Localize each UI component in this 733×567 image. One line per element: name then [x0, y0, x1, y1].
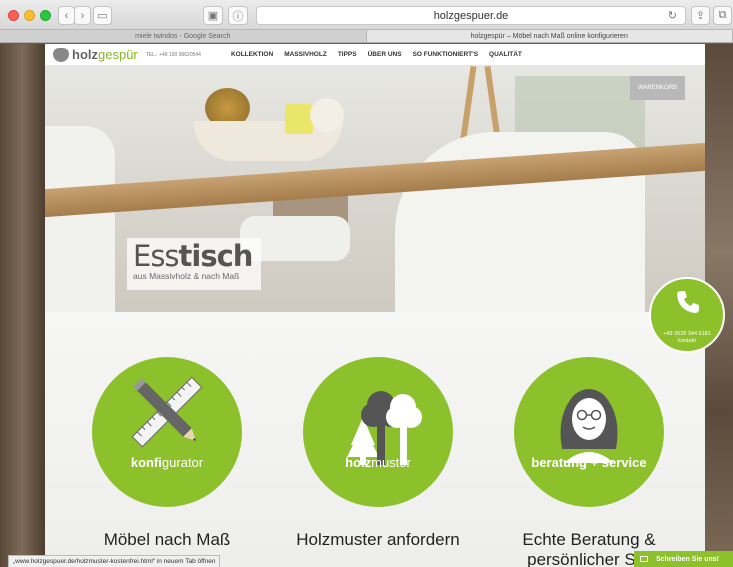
fullscreen-window-button[interactable] [40, 10, 51, 21]
holzmuster-label: holzmuster [345, 455, 411, 470]
main-menu: KOLLEKTION MASSIVHOLZ TIPPS ÜBER UNS SO … [231, 51, 533, 58]
envelope-icon [640, 556, 648, 562]
trees-icon [347, 391, 422, 465]
vase-image [285, 104, 313, 134]
url-text: holzgespuer.de [433, 9, 509, 22]
info-icon: ⓘ [232, 10, 244, 23]
share-save-button[interactable]: ▣ [203, 6, 223, 25]
advisor-avatar-icon [560, 389, 618, 463]
beratung-label: beratung + service [531, 455, 647, 470]
reload-icon[interactable]: ↻ [668, 9, 677, 22]
menu-item-ueber-uns[interactable]: ÜBER UNS [368, 51, 402, 58]
features-section: konfigurator Möbel nach Maß holzmuster H… [45, 312, 705, 567]
feature-title-holzmuster[interactable]: Holzmuster anfordern [273, 530, 483, 550]
contact-label: kontakt [678, 338, 696, 344]
info-button[interactable]: ⓘ [228, 6, 248, 25]
tabs-icon: ⧉ [718, 9, 727, 21]
configurator-label: konfigurator [130, 455, 204, 470]
contact-phone-badge[interactable]: +49 2628 344 0181 kontakt [649, 277, 725, 353]
contact-phone-number: +49 2628 344 0181 [663, 331, 711, 337]
sidebar-button[interactable]: ▭ [93, 6, 112, 25]
back-button[interactable]: ‹ [58, 6, 75, 25]
chevron-left-icon: ‹ [64, 9, 69, 22]
chevron-right-icon: › [80, 9, 85, 22]
address-bar[interactable]: holzgespuer.de ↻ [256, 6, 686, 25]
site-logo[interactable]: holzgespür [53, 47, 138, 62]
holzmuster-circle[interactable]: holzmuster [303, 357, 453, 507]
menu-item-kollektion[interactable]: KOLLEKTION [231, 51, 273, 58]
hero-title: Esstisch [133, 239, 253, 273]
minimize-window-button[interactable] [24, 10, 35, 21]
forward-button[interactable]: › [74, 6, 91, 25]
hero-subtitle: aus Massivholz & nach Maß [133, 271, 240, 281]
decor-ball-image [310, 98, 344, 132]
pencil-ruler-icon [131, 376, 203, 448]
phone-icon [677, 291, 699, 313]
chair-left-image [45, 126, 115, 312]
header-phone[interactable]: TEL.: +49 160 96620544 [146, 52, 201, 58]
share-icon: ⇪ [695, 10, 706, 22]
tab-holzgespuer[interactable]: holzgespür – Möbel nach Maß online konfi… [366, 30, 733, 42]
save-icon: ▣ [207, 10, 219, 22]
site-navigation: holzgespür TEL.: +49 160 96620544 KOLLEK… [45, 44, 705, 66]
chat-label: Schreiben Sie uns! [656, 555, 720, 563]
sidebar-icon: ▭ [97, 10, 108, 22]
tabs-overview-button[interactable]: ⧉ [713, 6, 732, 25]
site-container: holzgespür TEL.: +49 160 96620544 KOLLEK… [45, 44, 705, 567]
hero-banner: WARENKORB Esstisch aus Massivholz & nach… [45, 66, 705, 312]
close-window-button[interactable] [8, 10, 19, 21]
menu-item-massivholz[interactable]: MASSIVHOLZ [284, 51, 327, 58]
page-background: holzgespür TEL.: +49 160 96620544 KOLLEK… [0, 44, 733, 567]
cart-button[interactable]: WARENKORB [630, 76, 685, 100]
menu-item-qualitaet[interactable]: QUALITÄT [489, 51, 522, 58]
tab-google-search[interactable]: miele twindos - Google Search [0, 30, 367, 42]
configurator-circle[interactable]: konfigurator [92, 357, 242, 507]
menu-item-tipps[interactable]: TIPPS [338, 51, 357, 58]
hero-label-box: Esstisch aus Massivholz & nach Maß [127, 238, 261, 290]
chat-button[interactable]: Schreiben Sie uns! [634, 551, 733, 567]
browser-titlebar: ‹ › ▭ ▣ ⓘ holzgespuer.de ↻ ⇪ ⧉ [0, 0, 733, 30]
menu-item-so-funktionierts[interactable]: SO FUNKTIONIERT'S [413, 51, 478, 58]
feature-title-moebel[interactable]: Möbel nach Maß [62, 530, 272, 550]
share-button[interactable]: ⇪ [691, 6, 710, 25]
beratung-circle[interactable]: beratung + service [514, 357, 664, 507]
tab-bar: miele twindos - Google Search holzgespür… [0, 30, 733, 43]
status-bar-link: „www.holzgespuer.de/holzmuster-kostenfre… [8, 555, 221, 567]
heart-logo-icon [53, 47, 69, 62]
